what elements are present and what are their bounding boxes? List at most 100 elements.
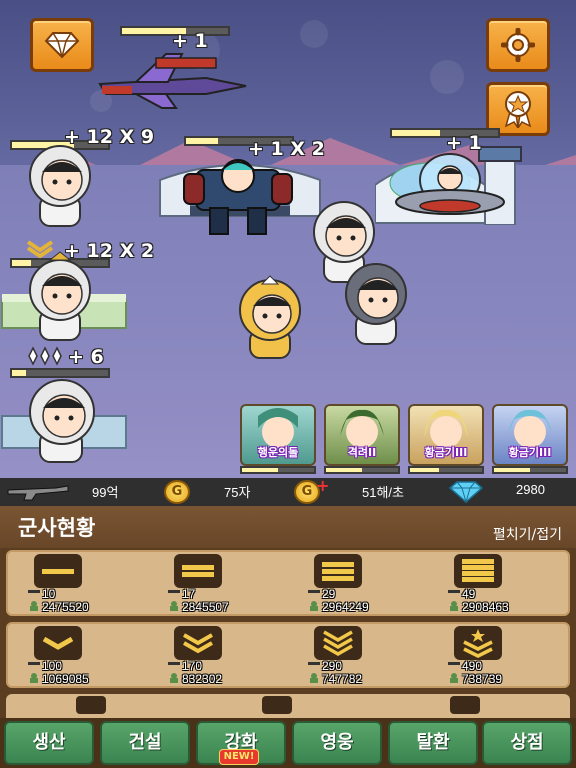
game-scene[interactable]: + 1 + 12 X 9 + 1 X 2 + 1 + 12 X 2 + 6 행운… — [0, 0, 576, 478]
rank-power: 2964249 — [322, 600, 369, 614]
rank-insignia-icon — [34, 554, 82, 588]
rank-power: 2475520 — [42, 600, 89, 614]
rank-power: 1069085 — [42, 672, 89, 686]
rank-slot[interactable]: 10 2475520 — [12, 552, 152, 614]
settings-button[interactable] — [486, 18, 550, 72]
new-badge: NEW! — [219, 749, 259, 765]
astronaut-soldier-unit[interactable] — [332, 254, 422, 348]
panel-header: 군사현황 펼치기/접기 — [0, 506, 576, 548]
ufo-unit[interactable] — [394, 150, 506, 224]
star-chevron-insignia-icon — [454, 626, 502, 660]
rank-slot[interactable]: 17 2845507 — [152, 552, 292, 614]
chevron-insignia-icon — [314, 626, 362, 660]
rifle-icon — [308, 662, 320, 665]
rank-count: 290 — [322, 659, 343, 673]
soldier-icon — [170, 673, 178, 683]
gear-icon — [501, 28, 535, 62]
space-dust — [300, 20, 328, 48]
hero-card[interactable]: 황금기III — [492, 404, 568, 466]
rank-row: 100 1069085 170 832302 290 747782 490 73… — [6, 622, 570, 688]
hero-card[interactable]: 황금기III — [408, 404, 484, 466]
gold-amount: 75자 — [224, 485, 251, 500]
rank-slot[interactable]: 49 2908463 — [432, 552, 572, 614]
rank-slot[interactable]: 490 738739 — [432, 624, 572, 686]
expand-collapse-button[interactable]: 펼치기/접기 — [493, 524, 562, 544]
rank-count: 100 — [42, 659, 63, 673]
gem-icon — [448, 481, 484, 504]
gem-shop-button[interactable] — [30, 18, 94, 72]
rifle-icon — [448, 590, 460, 593]
hero-progress-bar — [492, 466, 568, 474]
resource-bar: 99억 G 75자 G + 51해/초 2980 — [0, 476, 576, 506]
soldier-icon — [310, 601, 318, 611]
rank-power: 738739 — [462, 672, 503, 686]
gold-coin-icon: G — [164, 480, 190, 504]
tab-heroes[interactable]: 영웅 — [292, 721, 382, 765]
military-status-panel: 군사현황 펼치기/접기 10 2475520 17 2845507 29 296… — [0, 506, 576, 718]
hero-card[interactable]: 격려II — [324, 404, 400, 466]
ufo-progress-bar — [390, 128, 500, 138]
rifle-icon — [448, 662, 460, 665]
soldier-icon — [310, 673, 318, 683]
rank-count: 29 — [322, 587, 336, 601]
rank-slot[interactable]: 170 832302 — [152, 624, 292, 686]
soldier-icon — [170, 601, 178, 611]
rank-insignia-icon — [174, 554, 222, 588]
astronaut-soldier-unit[interactable] — [16, 250, 106, 344]
rank-power: 2908463 — [462, 600, 509, 614]
weapon-count: 99억 — [92, 485, 119, 500]
bottom-tab-bar: 생산 건설 강화 영웅 탈환 상점 — [0, 718, 576, 768]
plus-icon: + — [316, 476, 330, 495]
tab-recapture[interactable]: 탈환 — [388, 721, 478, 765]
tab-shop[interactable]: 상점 — [482, 721, 572, 765]
rank-row: 10 2475520 17 2845507 29 2964249 49 2908… — [6, 550, 570, 616]
rank-power: 832302 — [182, 672, 223, 686]
hero-fill — [242, 468, 278, 472]
rank-insignia-icon — [454, 554, 502, 588]
hero-fill — [410, 468, 439, 472]
rank-slot[interactable]: 290 747782 — [292, 624, 432, 686]
rank-insignia-icon — [314, 554, 362, 588]
hero-progress-bar — [408, 466, 484, 474]
hero-name: 황금기III — [424, 446, 468, 459]
rifle-icon — [168, 590, 180, 593]
rank-slot[interactable]: 29 2964249 — [292, 552, 432, 614]
rank-power: 747782 — [322, 672, 363, 686]
rank-count: 490 — [462, 659, 483, 673]
tab-construction[interactable]: 건설 — [100, 721, 190, 765]
gold-rate: 51해/초 — [362, 485, 404, 500]
soldier3-reward-tag: + 6 — [68, 346, 104, 368]
diamond-rank-icon — [28, 346, 62, 366]
soldier-icon — [30, 601, 38, 611]
rifle-icon — [28, 590, 40, 593]
hero-name: 황금기III — [508, 446, 552, 459]
soldier-icon — [30, 673, 38, 683]
rank-row-partial — [6, 694, 570, 718]
progress-fill — [186, 138, 218, 144]
hero-progress-bar — [240, 466, 316, 474]
rank-insignia-icon — [262, 696, 292, 714]
medal-icon — [504, 91, 532, 128]
hero-name: 격려II — [347, 446, 377, 459]
tab-production[interactable]: 생산 — [4, 721, 94, 765]
astronaut-soldier-unit[interactable] — [18, 140, 104, 230]
coin-letter: G — [301, 484, 313, 499]
hero-name: 행운의돌 — [257, 446, 299, 459]
chevron-insignia-icon — [174, 626, 222, 660]
panel-title: 군사현황 — [18, 516, 96, 540]
diamond-icon — [44, 32, 80, 59]
rifle-icon — [28, 662, 40, 665]
mech-robot-unit[interactable] — [176, 150, 300, 236]
rank-slot[interactable]: 100 1069085 — [12, 624, 152, 686]
rifle-icon — [7, 485, 69, 501]
progress-fill — [392, 130, 440, 136]
hero-card[interactable]: 행운의돌 — [240, 404, 316, 466]
astronaut-soldier-unit[interactable] — [14, 370, 110, 466]
soldier-icon — [450, 673, 458, 683]
gold-astronaut-unit[interactable] — [222, 272, 318, 362]
rank-insignia-icon — [76, 696, 106, 714]
fighter-jet-unit[interactable] — [96, 50, 250, 110]
plane-reward-tag: + 1 — [172, 30, 208, 52]
space-dust — [430, 60, 464, 94]
rifle-icon — [308, 590, 320, 593]
